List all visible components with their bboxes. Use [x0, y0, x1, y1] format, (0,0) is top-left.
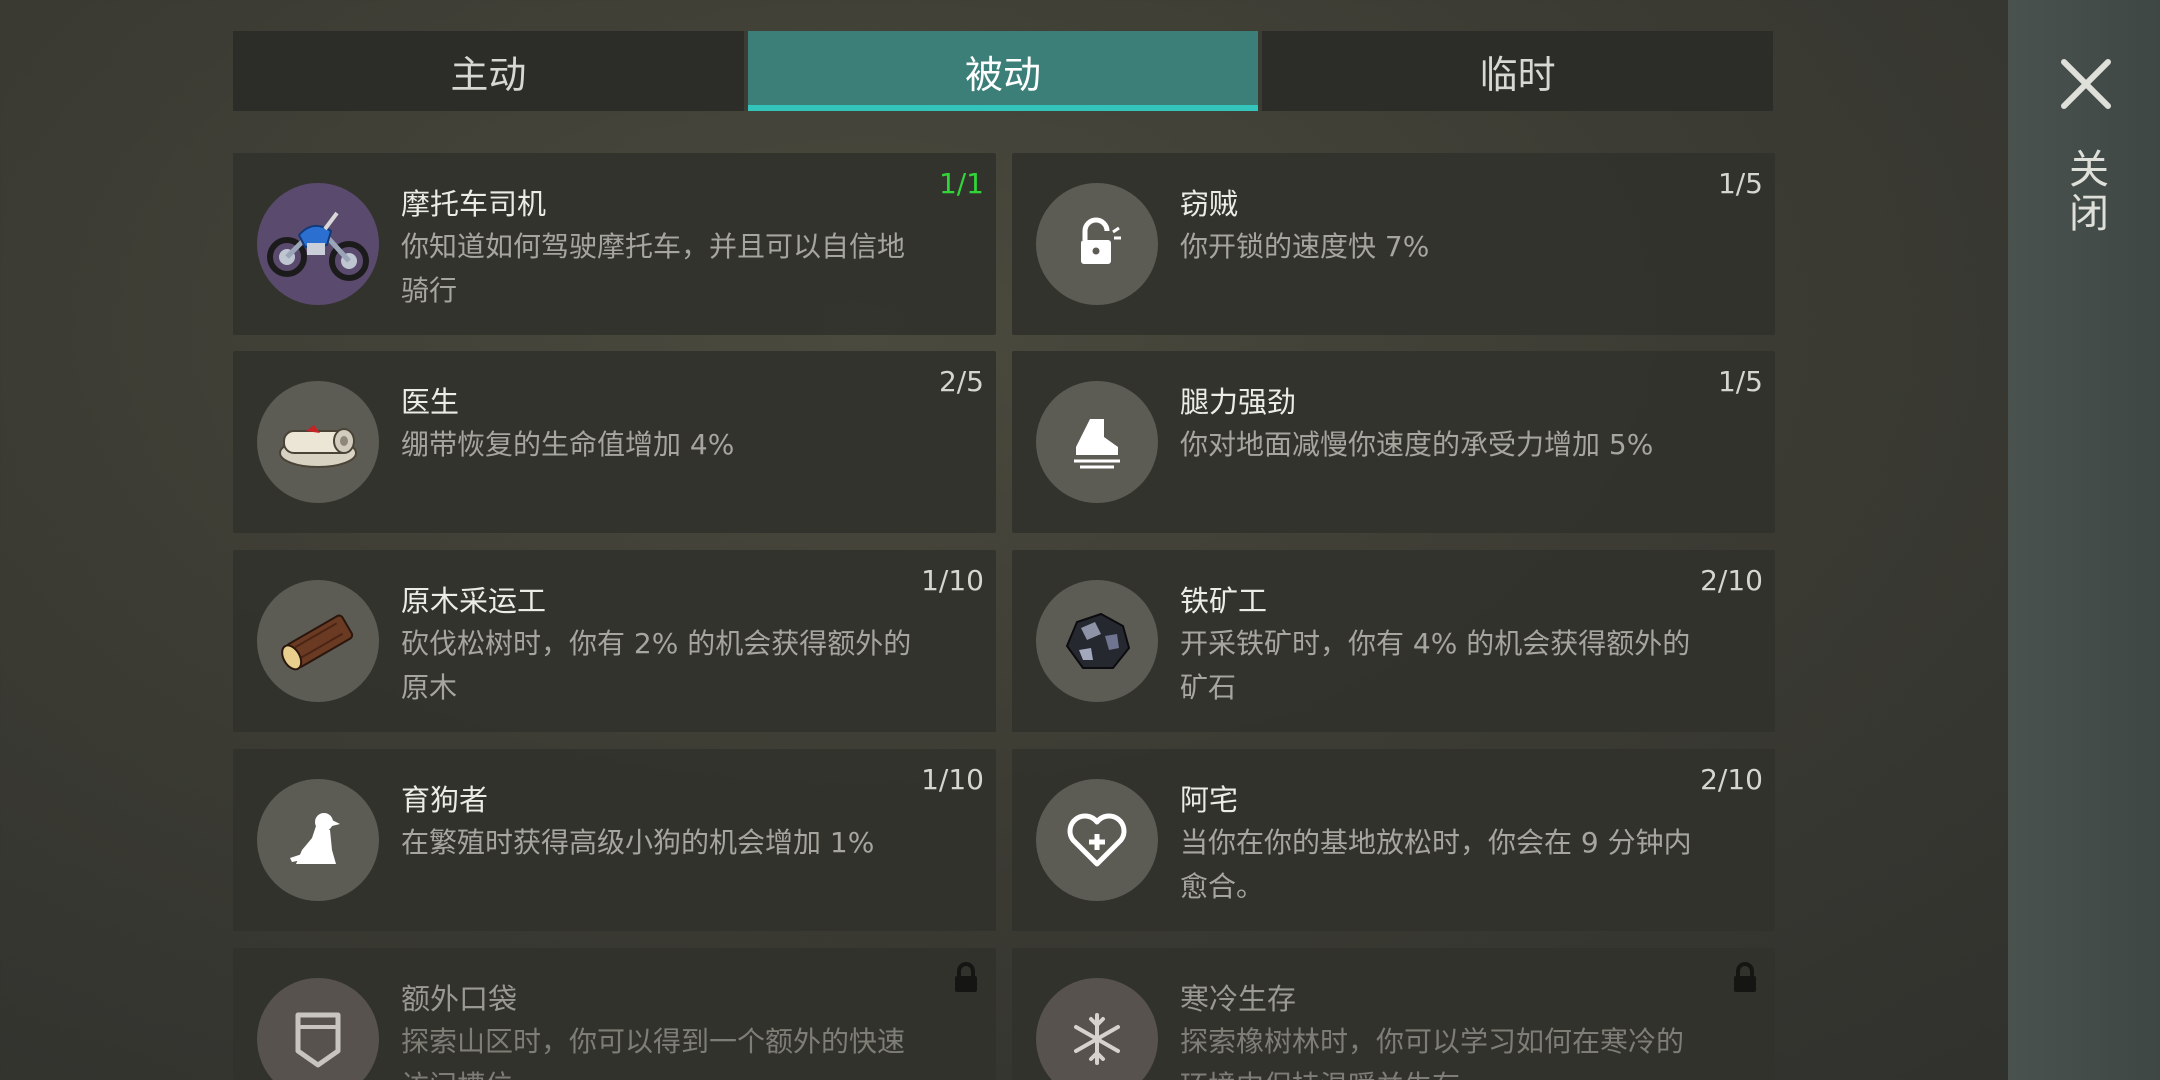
skill-description: 绷带恢复的生命值增加 4%	[401, 428, 735, 461]
skill-level: 1/5	[1717, 167, 1763, 200]
skill-name: 额外口袋	[401, 982, 518, 1016]
skill-name: 铁矿工	[1180, 584, 1268, 618]
motorcycle-icon	[257, 183, 379, 305]
skill-description: 探索山区时，你可以得到一个额外的快速访问槽位	[401, 1025, 906, 1080]
skill-card-doctor[interactable]: 医生 绷带恢复的生命值增加 4% 2/5	[233, 351, 996, 533]
snowflake-icon	[1036, 978, 1158, 1080]
skill-name: 腿力强劲	[1180, 385, 1297, 419]
skill-name: 原木采运工	[401, 584, 547, 618]
skill-name: 寒冷生存	[1180, 982, 1297, 1016]
skill-name: 医生	[401, 385, 460, 419]
skill-description: 开采铁矿时，你有 4% 的机会获得额外的矿石	[1180, 627, 1691, 704]
skill-name: 摩托车司机	[401, 187, 547, 221]
tab-active-skills[interactable]: 主动	[233, 31, 748, 111]
iron-ore-icon	[1036, 580, 1158, 702]
skill-level: 1/5	[1717, 365, 1763, 398]
skill-description: 当你在你的基地放松时，你会在 9 分钟内愈合。	[1180, 826, 1692, 903]
skill-level: 2/10	[1700, 564, 1763, 597]
skill-description: 探索橡树林时，你可以学习如何在寒冷的环境中保持温暖并生存	[1180, 1025, 1685, 1080]
skill-name: 窃贼	[1180, 187, 1239, 221]
tab-temporary-skills[interactable]: 临时	[1262, 31, 1774, 111]
heart-plus-icon	[1036, 779, 1158, 901]
skill-description: 砍伐松树时，你有 2% 的机会获得额外的原木	[401, 627, 912, 704]
skill-card-logger[interactable]: 原木采运工 砍伐松树时，你有 2% 的机会获得额外的原木 1/10	[233, 550, 996, 732]
skill-card-extra-pocket[interactable]: 额外口袋 探索山区时，你可以得到一个额外的快速访问槽位	[233, 948, 996, 1080]
skill-description: 你知道如何驾驶摩托车，并且可以自信地骑行	[401, 230, 906, 307]
close-button[interactable]	[2058, 56, 2114, 112]
skill-level: 2/10	[1700, 763, 1763, 796]
skill-name: 阿宅	[1180, 783, 1239, 817]
skill-level: 2/5	[938, 365, 984, 398]
skill-level: 1/10	[921, 763, 984, 796]
skill-description: 在繁殖时获得高级小狗的机会增加 1%	[401, 826, 875, 859]
skill-card-motorcycle-driver[interactable]: 摩托车司机 你知道如何驾驶摩托车，并且可以自信地骑行 1/1	[233, 153, 996, 335]
bandage-icon	[257, 381, 379, 503]
skill-card-homebody[interactable]: 阿宅 当你在你的基地放松时，你会在 9 分钟内愈合。 2/10	[1012, 749, 1775, 931]
skill-description: 你对地面减慢你速度的承受力增加 5%	[1180, 428, 1654, 461]
tab-passive-skills[interactable]: 被动	[747, 31, 1263, 111]
unlock-icon	[1036, 183, 1158, 305]
skill-card-thief[interactable]: 窃贼 你开锁的速度快 7% 1/5	[1012, 153, 1775, 335]
skill-description: 你开锁的速度快 7%	[1180, 230, 1430, 263]
lock-icon	[1734, 962, 1756, 992]
boot-icon	[1036, 381, 1158, 503]
log-icon	[257, 580, 379, 702]
close-label[interactable]: 关闭	[2062, 148, 2108, 236]
skill-card-cold-survival[interactable]: 寒冷生存 探索橡树林时，你可以学习如何在寒冷的环境中保持温暖并生存	[1012, 948, 1775, 1080]
lock-icon	[955, 962, 977, 992]
skill-card-strong-legs[interactable]: 腿力强劲 你对地面减慢你速度的承受力增加 5% 1/5	[1012, 351, 1775, 533]
skill-card-dog-breeder[interactable]: 育狗者 在繁殖时获得高级小狗的机会增加 1% 1/10	[233, 749, 996, 931]
skill-level: 1/1	[938, 167, 984, 200]
pocket-icon	[257, 978, 379, 1080]
skill-name: 育狗者	[401, 783, 489, 817]
tab-bar: 主动 被动 临时	[233, 31, 1774, 111]
close-icon	[2061, 59, 2111, 109]
dog-icon	[257, 779, 379, 901]
skill-card-iron-miner[interactable]: 铁矿工 开采铁矿时，你有 4% 的机会获得额外的矿石 2/10	[1012, 550, 1775, 732]
skill-level: 1/10	[921, 564, 984, 597]
